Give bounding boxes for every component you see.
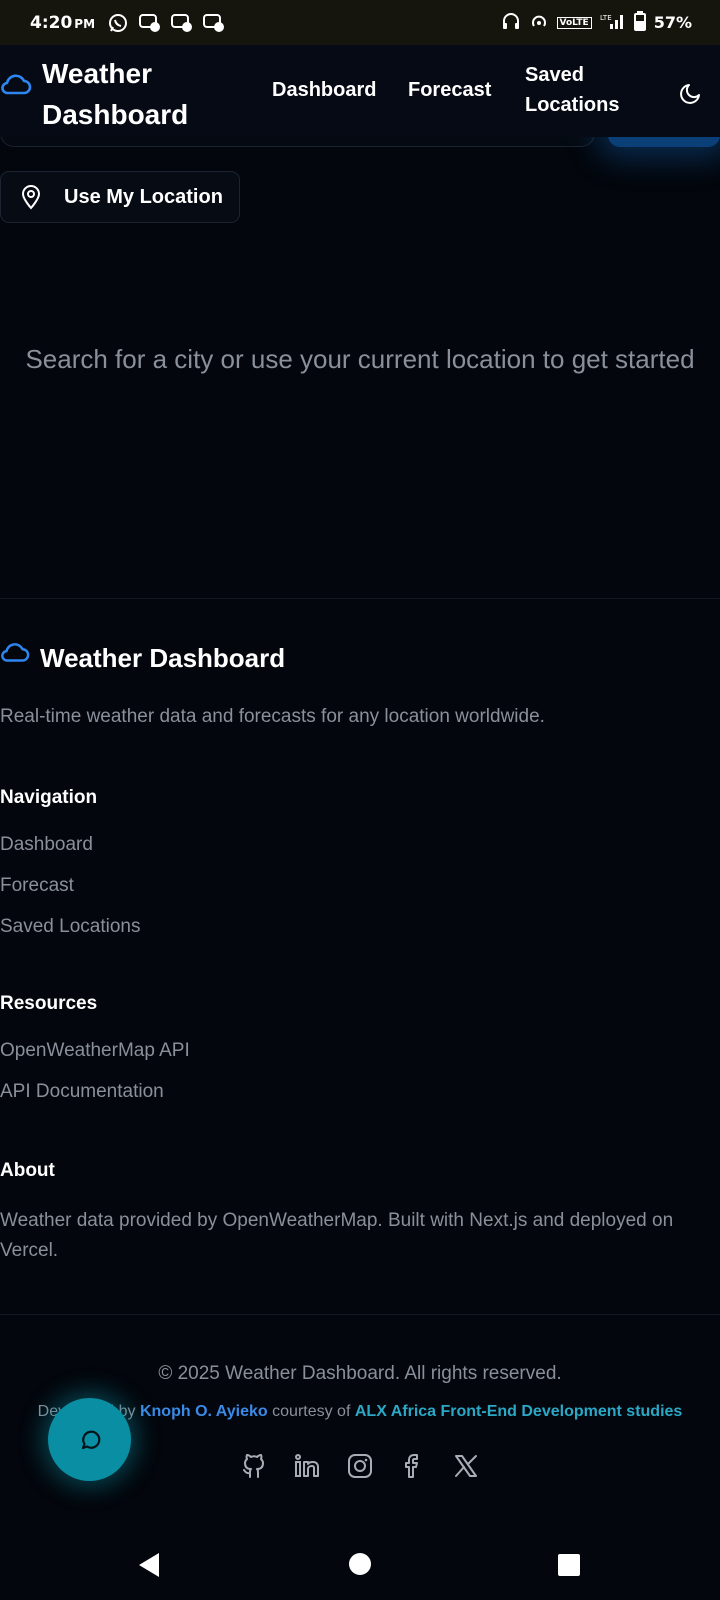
headphones-icon bbox=[501, 11, 521, 35]
brand-title: Weather Dashboard bbox=[42, 58, 189, 130]
cloud-icon bbox=[1, 642, 30, 662]
about-heading: About bbox=[0, 1160, 55, 1181]
whatsapp-icon bbox=[107, 12, 129, 34]
battery-percent: 57% bbox=[653, 13, 692, 32]
nav-link-dashboard[interactable]: Dashboard bbox=[272, 75, 376, 105]
navigation-heading: Navigation bbox=[0, 787, 98, 808]
svg-text:LTE: LTE bbox=[600, 14, 612, 22]
hotspot-icon bbox=[529, 11, 549, 35]
nav-link-forecast[interactable]: Forecast bbox=[408, 75, 491, 105]
chat-notification-icon bbox=[203, 12, 225, 34]
copyright-text: © 2025 Weather Dashboard. All rights res… bbox=[158, 1363, 562, 1384]
footer-description: Real-time weather data and forecasts for… bbox=[0, 706, 545, 727]
footer-link-forecast[interactable]: Forecast bbox=[0, 875, 74, 897]
instagram-icon[interactable] bbox=[346, 1452, 374, 1480]
system-status: VoLTE LTE 57% bbox=[501, 10, 692, 35]
github-icon[interactable] bbox=[240, 1452, 268, 1480]
copyright-divider bbox=[0, 1314, 720, 1315]
battery-icon bbox=[633, 10, 646, 35]
status-bar: 4:20 PM VoLTE LTE 57% bbox=[0, 0, 720, 45]
chat-button[interactable] bbox=[48, 1398, 131, 1481]
brand[interactable]: Weather Dashboard bbox=[0, 53, 212, 135]
status-time: 4:20 PM bbox=[30, 12, 96, 33]
moon-icon[interactable] bbox=[678, 80, 704, 106]
notification-icons bbox=[107, 12, 225, 34]
credits-org-link[interactable]: ALX Africa Front-End Development studies bbox=[355, 1403, 682, 1420]
empty-state-message: Search for a city or use your current lo… bbox=[25, 344, 695, 374]
credits-author-link[interactable]: Knoph O. Ayieko bbox=[140, 1403, 268, 1420]
footer-divider bbox=[0, 598, 720, 599]
volte-badge: VoLTE bbox=[556, 16, 592, 29]
nav-link-saved-locations[interactable]: Saved Locations bbox=[525, 60, 619, 120]
map-pin-icon bbox=[21, 185, 41, 210]
credits-middle: courtesy of bbox=[272, 1403, 351, 1420]
linkedin-icon[interactable] bbox=[293, 1452, 321, 1480]
recents-icon[interactable] bbox=[557, 1553, 581, 1577]
footer-link-saved-locations[interactable]: Saved Locations bbox=[0, 916, 141, 938]
about-text: Weather data provided by OpenWeatherMap.… bbox=[0, 1210, 674, 1261]
chat-notification-icon bbox=[171, 12, 193, 34]
footer-brand: Weather Dashboard bbox=[0, 642, 286, 674]
home-icon[interactable] bbox=[348, 1552, 372, 1576]
footer-link-openweathermap-api[interactable]: OpenWeatherMap API bbox=[0, 1040, 190, 1062]
back-icon[interactable] bbox=[137, 1552, 161, 1578]
footer-link-api-documentation[interactable]: API Documentation bbox=[0, 1081, 164, 1103]
chat-notification-icon bbox=[139, 12, 161, 34]
cloud-icon bbox=[1, 74, 32, 95]
use-my-location-label: Use My Location bbox=[64, 185, 223, 208]
use-my-location-button[interactable]: Use My Location bbox=[0, 171, 240, 223]
footer-brand-title: Weather Dashboard bbox=[40, 643, 286, 673]
message-circle-icon bbox=[81, 1430, 100, 1449]
footer-link-dashboard[interactable]: Dashboard bbox=[0, 834, 93, 856]
facebook-icon[interactable] bbox=[399, 1452, 427, 1480]
top-navbar: Weather Dashboard Dashboard Forecast Sav… bbox=[0, 45, 720, 137]
system-navigation-bar bbox=[0, 1528, 720, 1600]
resources-heading: Resources bbox=[0, 993, 98, 1014]
signal-icon: LTE bbox=[600, 12, 626, 34]
x-icon[interactable] bbox=[452, 1452, 480, 1480]
